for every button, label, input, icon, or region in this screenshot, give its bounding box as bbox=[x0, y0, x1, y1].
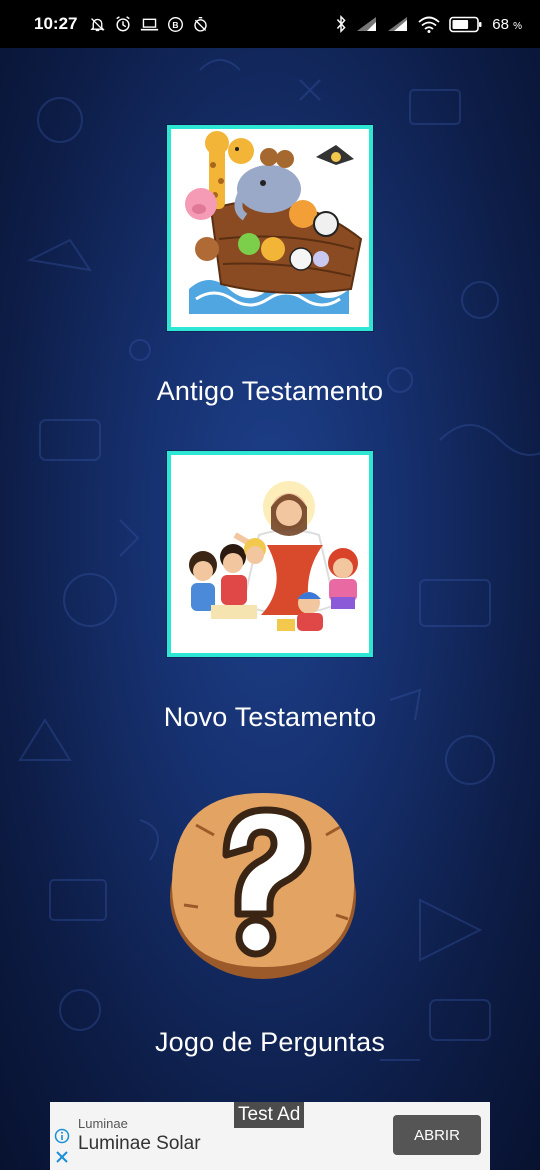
jesus-with-children-illustration bbox=[171, 455, 369, 653]
new-testament-label[interactable]: Novo Testamento bbox=[0, 702, 540, 733]
laptop-icon bbox=[141, 18, 159, 30]
status-time: 10:27 bbox=[34, 14, 78, 33]
alarm-icon bbox=[116, 16, 131, 32]
bluetooth-icon bbox=[337, 15, 346, 33]
ad-advertiser: Luminae bbox=[78, 1116, 128, 1131]
wifi-icon bbox=[418, 16, 440, 33]
noah-ark-illustration bbox=[171, 129, 369, 327]
info-icon[interactable] bbox=[54, 1128, 70, 1144]
bell-off-icon bbox=[90, 17, 106, 31]
status-bar: 10:27 B 68 % bbox=[0, 0, 540, 48]
battery-icon bbox=[449, 16, 482, 32]
status-notification-icons: B bbox=[89, 15, 209, 33]
ad-headline: Luminae Solar bbox=[78, 1133, 201, 1154]
ad-banner[interactable]: Test Ad Luminae Luminae Solar ABRIR bbox=[50, 1102, 490, 1170]
close-icon[interactable] bbox=[54, 1149, 70, 1165]
timer-off-icon bbox=[194, 16, 208, 32]
signal-icon bbox=[357, 17, 377, 31]
b-badge-icon: B bbox=[168, 16, 184, 32]
old-testament-card[interactable] bbox=[167, 125, 373, 331]
svg-text:B: B bbox=[173, 19, 179, 29]
new-testament-card[interactable] bbox=[167, 451, 373, 657]
signal-icon bbox=[388, 17, 408, 31]
ad-open-button[interactable]: ABRIR bbox=[393, 1115, 481, 1155]
question-mark-badge[interactable] bbox=[166, 785, 360, 981]
battery-percent: 68 % bbox=[492, 15, 522, 33]
quiz-label[interactable]: Jogo de Perguntas bbox=[0, 1027, 540, 1058]
status-system-icons: 68 % bbox=[335, 15, 522, 33]
test-ad-tag: Test Ad bbox=[234, 1102, 305, 1128]
old-testament-label[interactable]: Antigo Testamento bbox=[0, 376, 540, 407]
